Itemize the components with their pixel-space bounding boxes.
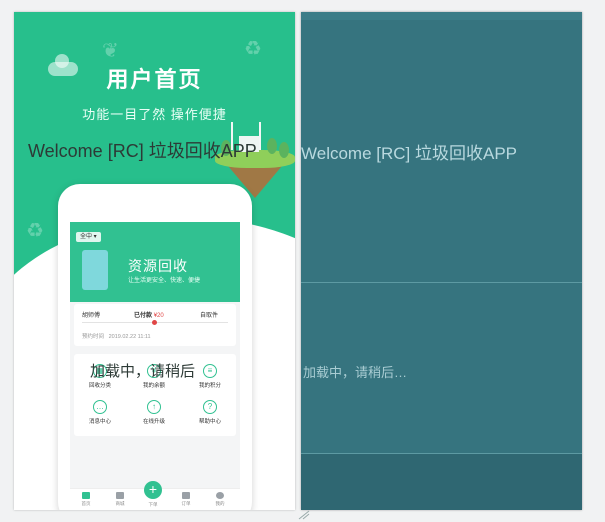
hero-subtitle: 功能一目了然 操作便捷 — [82, 107, 227, 122]
home-icon — [82, 492, 90, 499]
grid-item-messages[interactable]: … 消息中心 — [80, 400, 120, 425]
promo-illustration — [82, 250, 108, 290]
help-icon: ? — [203, 400, 217, 414]
resize-handle-icon[interactable] — [298, 510, 310, 520]
loading-text-alt: 加载中，请稍后… — [303, 365, 408, 380]
bottom-band — [301, 454, 582, 510]
order-card[interactable]: 胡师傅 已付款 ¥20 自取件 预约时间 2019.02.22 11:11 — [74, 304, 236, 346]
promo-title: 资源回收 — [128, 258, 188, 274]
leaf-icon: ❦ — [102, 40, 119, 62]
stage: ❦ ♻ ♻ 用户首页 功能一目了然 操作便捷 全中 ▾ 资源回收 让生活更安全、… — [0, 0, 605, 522]
city-selector[interactable]: 全中 ▾ — [76, 232, 101, 242]
order-status: 自取件 — [200, 313, 219, 319]
loading-panel — [301, 12, 582, 510]
recycle-icon: ♻ — [244, 38, 262, 60]
tab-order-create[interactable]: + 下单 — [143, 481, 163, 508]
loading-text: 加载中，请稍后 — [90, 363, 196, 380]
recycle-icon: ♻ — [26, 220, 44, 242]
phone-mockup: 全中 ▾ 资源回收 让生活更安全、快速、便捷 胡师傅 已付款 ¥20 自取件 预… — [58, 184, 252, 510]
collector-name: 胡师傅 — [82, 313, 101, 319]
promo-subtitle: 让生活更安全、快速、便捷 — [128, 278, 201, 284]
welcome-text-alt: Welcome [RC] 垃圾回收APP — [301, 144, 518, 163]
splash-preview: ❦ ♻ ♻ 用户首页 功能一目了然 操作便捷 全中 ▾ 资源回收 让生活更安全、… — [14, 12, 295, 510]
message-icon: … — [93, 400, 107, 414]
welcome-text: Welcome [RC] 垃圾回收APP — [28, 141, 257, 161]
grid-item-help[interactable]: ? 帮助中心 — [190, 400, 230, 425]
points-icon: ≡ — [203, 364, 217, 378]
tab-bar: 首页 商城 + 下单 订单 我的 — [70, 481, 240, 510]
hero-title: 用户首页 — [106, 67, 203, 92]
grid-item-upgrade[interactable]: ↑ 在线升级 — [134, 400, 174, 425]
user-icon — [216, 492, 224, 499]
top-band — [301, 12, 582, 20]
order-icon — [182, 492, 190, 499]
shop-icon — [116, 492, 124, 499]
progress-dot — [152, 320, 157, 325]
paid-info: 已付款 ¥20 — [134, 313, 164, 319]
plus-icon: + — [144, 481, 162, 499]
tab-home[interactable]: 首页 — [76, 492, 96, 507]
tab-orders[interactable]: 订单 — [176, 492, 196, 507]
divider — [301, 282, 582, 283]
tab-shop[interactable]: 商城 — [110, 492, 130, 507]
upgrade-icon: ↑ — [147, 400, 161, 414]
paid-amount: ¥20 — [153, 313, 164, 319]
tab-mine[interactable]: 我的 — [210, 492, 230, 507]
grid-item-points[interactable]: ≡ 我的积分 — [190, 364, 230, 389]
appointment-time: 预约时间 2019.02.22 11:11 — [82, 334, 151, 340]
